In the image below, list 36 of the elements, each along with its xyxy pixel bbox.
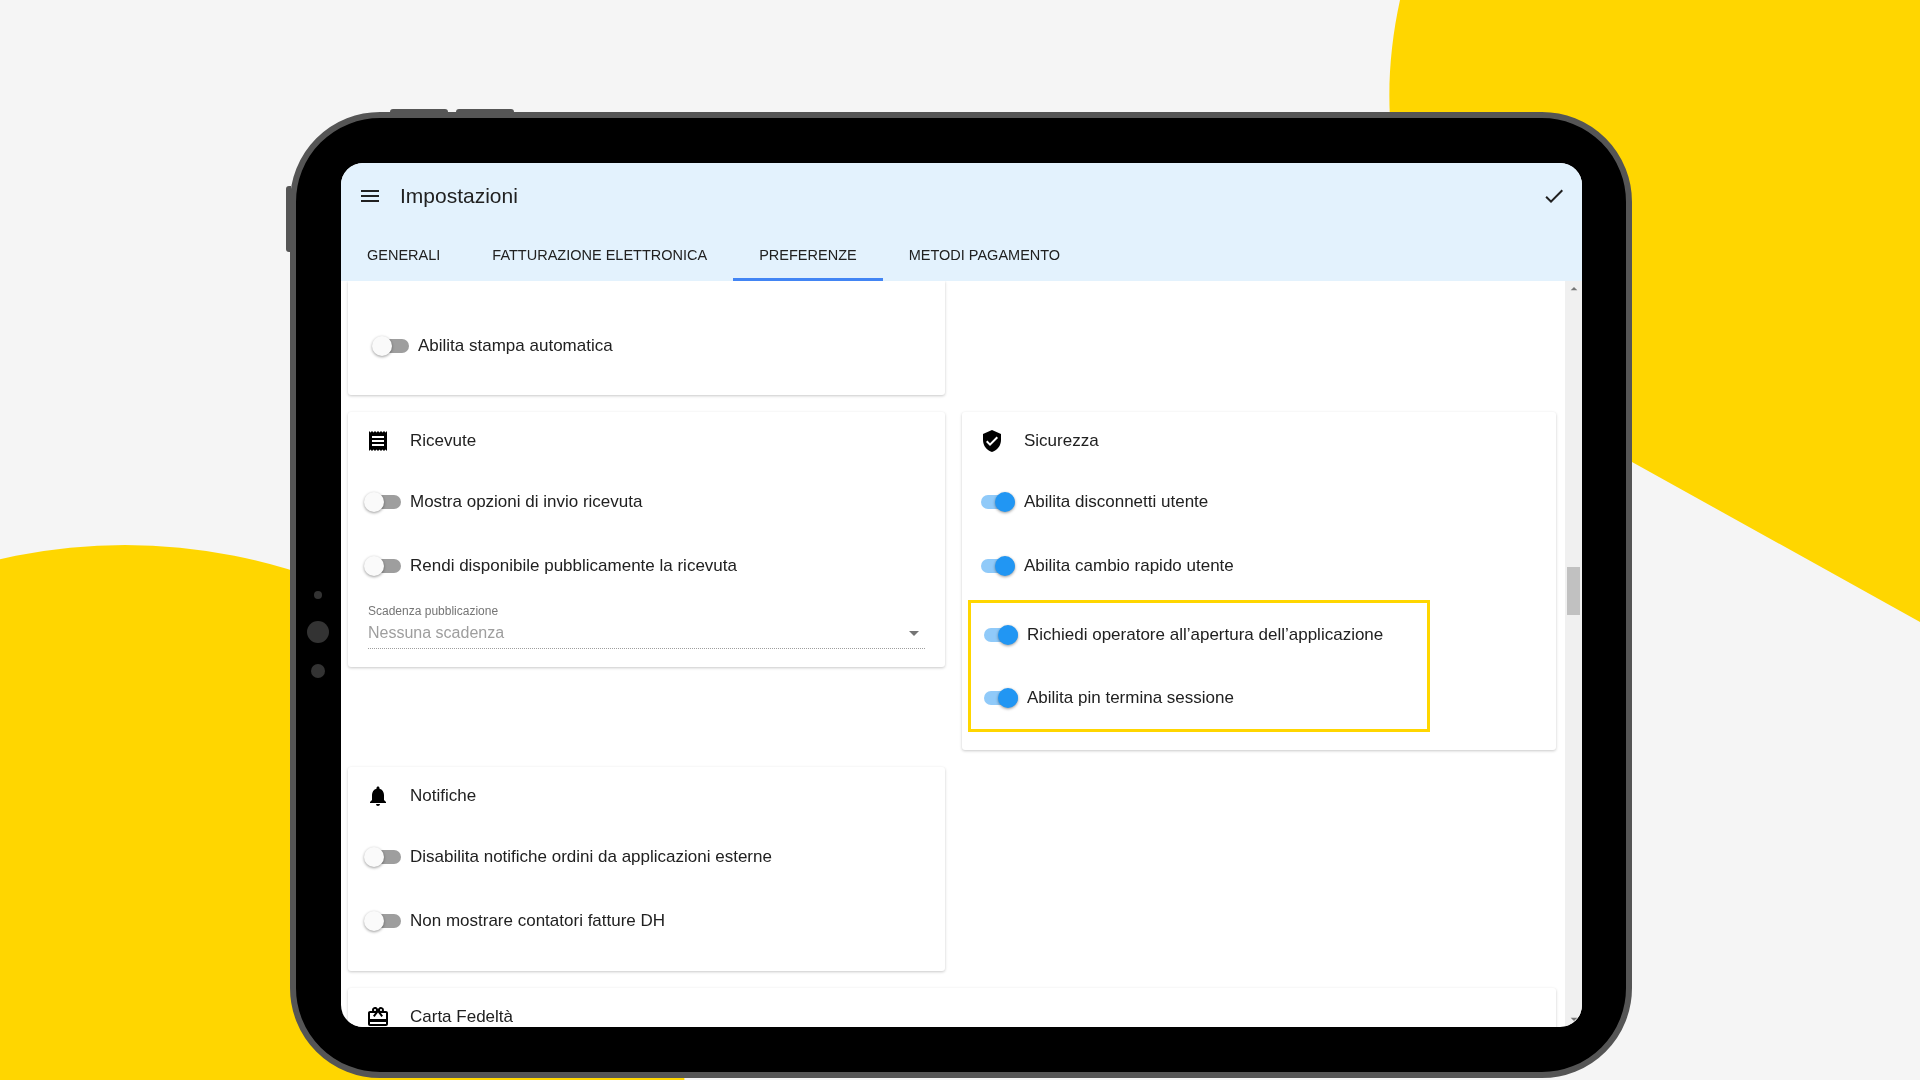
toggle-switch[interactable] [375, 339, 409, 353]
card-title: Ricevute [410, 431, 477, 451]
field-label: Scadenza pubblicazione [368, 604, 500, 618]
page-title: Impostazioni [400, 183, 519, 208]
scrollbar[interactable] [1565, 281, 1582, 1027]
receipt-icon [366, 429, 390, 453]
dropdown-caret-icon [909, 630, 919, 636]
shield-check-icon [980, 429, 1004, 453]
toggle-switch[interactable] [981, 559, 1015, 573]
sensor-dot [307, 621, 329, 643]
setting-label: Non mostrare contatori fatture DH [410, 911, 666, 931]
camera-dot [314, 591, 322, 599]
setting-label: Abilita cambio rapido utente [1024, 556, 1234, 576]
toggle-switch[interactable] [984, 690, 1018, 705]
gift-icon [366, 1005, 390, 1027]
setting-label: Abilita stampa automatica [418, 336, 613, 356]
scroll-thumb[interactable] [1567, 567, 1580, 615]
setting-label: Mostra opzioni di invio ricevuta [410, 492, 643, 512]
setting-label: Abilita pin termina sessione [1027, 687, 1234, 708]
toggle-switch[interactable] [367, 559, 401, 573]
toggle-switch[interactable] [367, 495, 401, 509]
setting-label: Rendi disponibile pubblicamente la ricevuta [410, 556, 737, 576]
card-title: Sicurezza [1024, 431, 1099, 451]
card-title: Notifiche [410, 786, 477, 806]
toggle-switch[interactable] [984, 627, 1018, 642]
toggle-switch[interactable] [367, 850, 401, 864]
toggle-switch[interactable] [367, 914, 401, 928]
sensor-dot [311, 664, 325, 678]
setting-label: Richiedi operatore all’apertura dell’applicazione [1027, 624, 1384, 645]
tab[interactable]: METODI PAGAMENTO [882, 228, 1087, 281]
tab[interactable]: GENERALI [341, 228, 467, 281]
tab[interactable]: FATTURAZIONE ELETTRONICA [466, 228, 734, 281]
toggle-switch[interactable] [981, 495, 1015, 509]
setting-label: Disabilita notifiche ordini da applicazioni esterne [410, 847, 772, 867]
card-title: Carta Fedeltà [410, 1007, 513, 1027]
setting-label: Abilita disconnetti utente [1024, 492, 1209, 512]
